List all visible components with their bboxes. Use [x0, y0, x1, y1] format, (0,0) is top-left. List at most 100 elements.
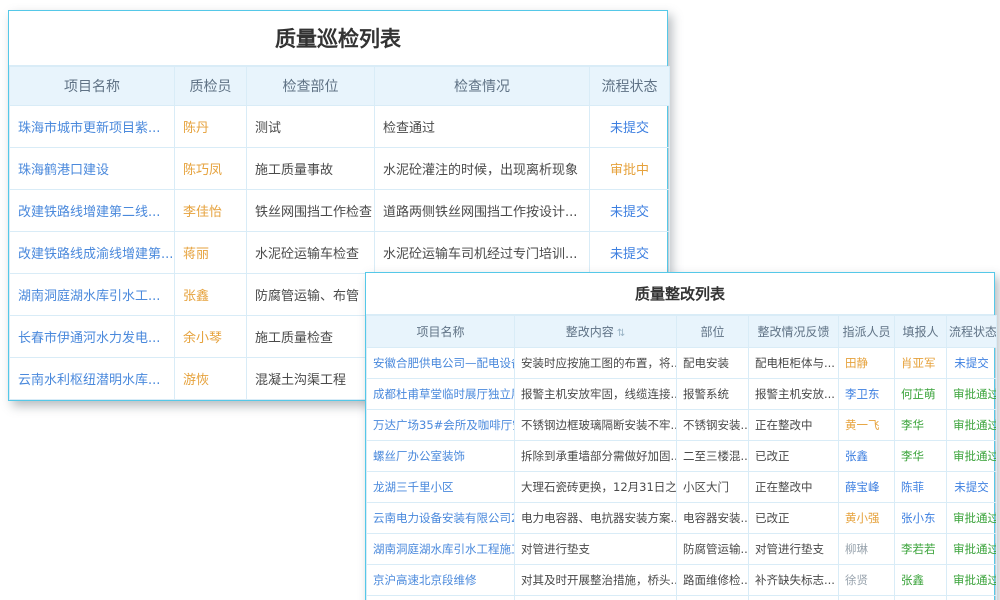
inspector-name: 余小琴: [183, 331, 222, 346]
project-link[interactable]: 龙湖三千里小区: [373, 480, 454, 494]
status-text: 审批通过: [953, 387, 997, 401]
inspector-name: 游恢: [183, 373, 209, 388]
inspection-situation: 水泥砼运输车司机经过专门培训...: [383, 247, 577, 262]
column-header: 指派人员: [839, 316, 895, 348]
assignee-name: 黄一飞: [845, 418, 880, 432]
status-text: 未提交: [610, 247, 649, 262]
project-link[interactable]: 改建铁路线增建第二线...: [18, 205, 160, 220]
column-header[interactable]: 整改内容⇅: [515, 316, 677, 348]
table-row[interactable]: 安徽合肥供电公司—配电设备... 安装时应按施工图的布置，将... 配电安装 配电柜柜…: [367, 348, 997, 379]
status-text: 审批中: [610, 163, 649, 178]
rectify-content: 安装时应按施工图的布置，将...: [521, 356, 677, 370]
rectify-content: 电力电容器、电抗器安装方案...: [521, 511, 677, 525]
table-row[interactable]: 珠海市城市更新项目紫... 陈丹 测试 检查通过 未提交: [10, 106, 670, 148]
rectify-part: 不锈钢安装...: [683, 418, 749, 432]
rectification-table-header-row: 项目名称整改内容⇅部位整改情况反馈指派人员填报人流程状态: [367, 316, 997, 348]
project-link[interactable]: 湖南洞庭湖水库引水工...: [18, 289, 160, 304]
assignee-name: 张鑫: [845, 449, 868, 463]
filler-name: 陈菲: [901, 480, 924, 494]
rectify-part: 电容器安装...: [683, 511, 749, 525]
column-header: 填报人: [895, 316, 947, 348]
filler-name: 李华: [901, 418, 924, 432]
table-row[interactable]: 湖南洞庭湖水库引水工程施工1标对管进行垫支防腐管运输...对管进行垫支柳琳李若若…: [367, 534, 997, 565]
rectification-table-title: 质量整改列表: [366, 273, 994, 315]
filler-name: 李华: [901, 449, 924, 463]
inspection-part: 测试: [255, 121, 281, 136]
status-text: 审批通过: [953, 542, 997, 556]
assignee-name: 徐贤: [845, 573, 868, 587]
table-row[interactable]: 螺丝厂办公室装饰拆除到承重墙部分需做好加固...二至三楼混...已改正张鑫李华审…: [367, 441, 997, 472]
rectify-part: 配电安装: [683, 356, 729, 370]
rectify-content: 对其及时开展整治措施，桥头...: [521, 573, 677, 587]
column-header: 检查情况: [375, 67, 590, 106]
project-link[interactable]: 成都杜甫草堂临时展厅独立展...: [373, 387, 515, 401]
rectify-feedback: 已改正: [755, 449, 790, 463]
filler-name: 李若若: [901, 542, 936, 556]
table-row[interactable]: 龙湖三千里小区大理石瓷砖更换，12月31日之...小区大门正在整改中薛宝峰陈菲未…: [367, 472, 997, 503]
inspector-name: 蒋丽: [183, 247, 209, 262]
inspection-part: 混凝土沟渠工程: [255, 373, 346, 388]
column-header: 项目名称: [367, 316, 515, 348]
rectify-feedback: 正在整改中: [755, 418, 813, 432]
column-header: 流程状态: [590, 67, 670, 106]
sort-icon[interactable]: ⇅: [617, 328, 625, 339]
assignee-name: 田静: [845, 356, 868, 370]
inspector-name: 陈丹: [183, 121, 209, 136]
inspection-part: 水泥砼运输车检查: [255, 247, 359, 262]
project-link[interactable]: 安徽合肥供电公司—配电设备...: [373, 356, 515, 370]
table-row[interactable]: 云南电力设备安装有限公司20... 电力电容器、电抗器安装方案... 电容器安装..…: [367, 503, 997, 534]
table-row[interactable]: 珠海鹤港口建设 陈巧凤 施工质量事故 水泥砼灌注的时候，出现离析现象 审批中: [10, 148, 670, 190]
rectify-part: 防腐管运输...: [683, 542, 749, 556]
inspector-name: 陈巧凤: [183, 163, 222, 178]
filler-name: 何芷萌: [901, 387, 936, 401]
rectify-content: 报警主机安放牢固，线缆连接...: [521, 387, 677, 401]
filler-name: 张鑫: [901, 573, 924, 587]
project-link[interactable]: 珠海鹤港口建设: [18, 163, 109, 178]
status-text: 审批通过: [953, 573, 997, 587]
rectify-feedback: 补齐缺失标志...: [755, 573, 835, 587]
table-row[interactable]: 重庆太极制药有限公司亳州中...防水工程施工选调有专业资质...防水屋面采用聚氨…: [367, 596, 997, 600]
rectify-feedback: 配电柜柜体与...: [755, 356, 835, 370]
inspection-table-header-row: 项目名称质检员检查部位检查情况流程状态: [10, 67, 670, 106]
project-link[interactable]: 云南水利枢纽潜明水库...: [18, 373, 160, 388]
column-header: 检查部位: [247, 67, 375, 106]
assignee-name: 柳琳: [845, 542, 868, 556]
rectification-table: 项目名称整改内容⇅部位整改情况反馈指派人员填报人流程状态 安徽合肥供电公司—配电…: [366, 315, 997, 600]
inspection-situation: 检查通过: [383, 121, 435, 136]
table-row[interactable]: 京沪高速北京段维修对其及时开展整治措施，桥头...路面维修检...补齐缺失标志.…: [367, 565, 997, 596]
table-row[interactable]: 成都杜甫草堂临时展厅独立展...报警主机安放牢固，线缆连接...报警系统报警主机…: [367, 379, 997, 410]
rectify-feedback: 已改正: [755, 511, 790, 525]
status-text: 未提交: [610, 205, 649, 220]
assignee-name: 薛宝峰: [845, 480, 880, 494]
table-row[interactable]: 万达广场35#会所及咖啡厅空...不锈钢边框玻璃隔断安装不牢...不锈钢安装..…: [367, 410, 997, 441]
table-row[interactable]: 改建铁路线成渝线增建第... 蒋丽 水泥砼运输车检查 水泥砼运输车司机经过专门培训..…: [10, 232, 670, 274]
column-header: 项目名称: [10, 67, 175, 106]
project-link[interactable]: 云南电力设备安装有限公司20...: [373, 511, 515, 525]
inspection-situation: 水泥砼灌注的时候，出现离析现象: [383, 163, 578, 178]
column-header: 整改情况反馈: [749, 316, 839, 348]
inspection-situation: 道路两侧铁丝网围挡工作按设计...: [383, 205, 577, 220]
project-link[interactable]: 珠海市城市更新项目紫...: [18, 121, 160, 136]
project-link[interactable]: 改建铁路线成渝线增建第...: [18, 247, 173, 262]
status-text: 未提交: [954, 356, 989, 370]
status-text: 审批通过: [953, 418, 997, 432]
assignee-name: 黄小强: [845, 511, 880, 525]
inspection-part: 施工质量检查: [255, 331, 333, 346]
rectify-feedback: 对管进行垫支: [755, 542, 824, 556]
inspection-part: 施工质量事故: [255, 163, 333, 178]
status-text: 审批通过: [953, 449, 997, 463]
project-link[interactable]: 湖南洞庭湖水库引水工程施工1标: [373, 542, 515, 556]
rectification-list-panel: 质量整改列表 项目名称整改内容⇅部位整改情况反馈指派人员填报人流程状态 安徽合肥…: [365, 272, 995, 600]
project-link[interactable]: 万达广场35#会所及咖啡厅空...: [373, 418, 515, 432]
project-link[interactable]: 长春市伊通河水力发电...: [18, 331, 160, 346]
project-link[interactable]: 京沪高速北京段维修: [373, 573, 477, 587]
table-row[interactable]: 改建铁路线增建第二线...李佳怡铁丝网围挡工作检查道路两侧铁丝网围挡工作按设计.…: [10, 190, 670, 232]
rectify-content: 大理石瓷砖更换，12月31日之...: [521, 480, 677, 494]
rectify-content: 拆除到承重墙部分需做好加固...: [521, 449, 677, 463]
filler-name: 肖亚军: [901, 356, 936, 370]
status-text: 审批通过: [953, 511, 997, 525]
filler-name: 张小东: [901, 511, 936, 525]
status-text: 未提交: [610, 121, 649, 136]
project-link[interactable]: 螺丝厂办公室装饰: [373, 449, 465, 463]
inspector-name: 张鑫: [183, 289, 209, 304]
